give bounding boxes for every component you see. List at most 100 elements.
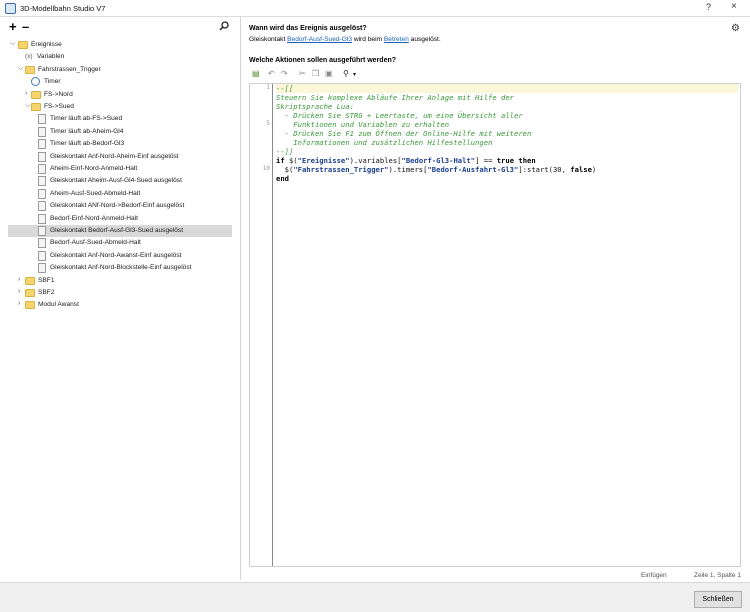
folder-icon [25,276,35,285]
chevron-down-icon[interactable]: ⌵ [18,65,23,73]
insert-mode-indicator: Einfügen [641,572,667,579]
tree-item-event[interactable]: Timer läuft ab-FS->Sued [0,113,241,125]
code-token: true then [496,156,536,165]
action-link[interactable]: Betreten [384,36,409,43]
tree-item-event[interactable]: Bedorf-Einf-Nord-Anmeld-Halt [0,213,241,225]
tree-folder-fahrstrassen-trigger[interactable]: ⌵ Fahrstrassen_Trigger [0,64,241,76]
code-token: $( [276,165,294,174]
dialog-footer: Schließen [0,582,750,612]
tree-item-event[interactable]: Gleiskontakt Anf-Nord-Aheim-Einf ausgelö… [0,151,241,163]
folder-icon [25,289,35,297]
tree-node-label: Modul Awanst [38,301,79,309]
undo-icon[interactable]: ↶ [268,69,275,78]
trigger-prefix: Gleiskontakt [249,36,288,43]
tree-folder-ereignisse[interactable]: ⌵ Ereignisse [0,39,241,51]
code-token: "Fahrstrassen_Trigger" [293,165,389,174]
code-token: - Drücken Sie STRG + Leertaste, um eine … [276,111,523,120]
event-icon [38,213,46,224]
folder-icon [25,65,35,74]
code-line[interactable]: Steuern Sie komplexe Abläufe Ihrer Anlag… [276,93,514,102]
code-line[interactable]: $("Fahrstrassen_Trigger").timers["Bedorf… [276,165,597,174]
code-token: Steuern Sie komplexe Abläufe Ihrer Anlag… [276,93,514,102]
script-icon[interactable]: ▤ [252,69,260,78]
tree-node-label: Gleiskontakt Aheim-Ausf-Gl4-Sued ausgelö… [50,177,182,185]
chevron-right-icon[interactable]: › [25,90,27,97]
search-icon[interactable] [219,21,229,33]
code-line[interactable]: - Drücken Sie F1 zum Öffnen der Online-H… [276,129,532,138]
close-window-button[interactable]: × [731,1,737,12]
tree-node-label: Gleiskontakt Anf-Nord-Awanst-Einf ausgel… [50,251,182,259]
tree-folder-modul-awanst[interactable]: › Modul Awanst [0,299,241,311]
chevron-right-icon[interactable]: › [18,288,20,295]
code-line[interactable]: --[[ [276,84,738,93]
chevron-down-icon[interactable]: ⌵ [25,102,30,110]
redo-icon[interactable]: ↷ [281,69,288,78]
tree-item-event[interactable]: Gleiskontakt ANf-Nord->Bedorf-Einf ausge… [0,200,241,212]
code-token: --]] [276,147,294,156]
folder-icon [18,41,28,49]
code-line[interactable]: Funktionen und Variablen zu erhalten [276,120,449,129]
tree-node-label: Gleiskontakt Bedorf-Ausf-Gl3-Sued ausgel… [50,227,184,234]
tree-item-event[interactable]: Gleiskontakt Aheim-Ausf-Gl4-Sued ausgelö… [0,175,241,187]
event-icon [38,164,46,174]
close-button[interactable]: Schließen [694,591,742,608]
event-icon [38,250,46,261]
line-number: 10 [262,165,270,172]
cursor-position: Zeile 1, Spalte 1 [694,572,741,579]
code-token: Skriptsprache Lua: [276,102,354,111]
event-icon [38,238,46,249]
help-button[interactable]: ? [706,2,711,12]
tree-item-timer[interactable]: Timer [0,76,241,88]
chevron-down-icon[interactable]: ⌵ [10,40,15,48]
tree-node-label: SBF2 [38,289,55,296]
tree-folder-sbf2[interactable]: › SBF2 [0,287,241,299]
tree-item-event[interactable]: Timer läuft ab-Bedorf-Gl3 [0,138,241,150]
event-icon [38,226,46,236]
event-icon [38,126,46,137]
actions-heading: Welche Aktionen sollen ausgeführt werden… [249,57,397,64]
code-line[interactable]: Informationen und zusätzlichen Hilfestel… [276,138,492,147]
trigger-heading: Wann wird das Ereignis ausgelöst? [249,25,367,32]
tree-item-event[interactable]: Aheim-Einf-Nord-Anmeld-Halt [0,163,241,175]
chevron-right-icon[interactable]: › [18,276,20,283]
add-button[interactable]: + [9,19,17,34]
tree-item-variablen[interactable]: (x) Variablen [0,51,241,63]
code-line[interactable]: end [276,174,289,183]
trigger-suffix: ausgelöst. [408,36,441,43]
tree-folder-sbf1[interactable]: › SBF1 [0,275,241,287]
tree-item-event[interactable]: Timer läuft ab-Aheim-Gl4 [0,126,241,138]
code-editor[interactable]: 1 5 10 --[[Steuern Sie komplexe Abläufe … [249,83,741,567]
tree-node-label: Gleiskontakt Anf-Nord-Blockstelle-Einf a… [50,264,192,272]
gear-icon[interactable]: ⚙ [731,23,740,34]
tree-item-event-selected[interactable]: Gleiskontakt Bedorf-Ausf-Gl3-Sued ausgel… [8,225,232,238]
tree-folder-fs-sued[interactable]: ⌵ FS->Sued [0,101,241,113]
tree-node-label: Timer läuft ab-FS->Sued [50,115,123,123]
tree-node-label: Timer läuft ab-Aheim-Gl4 [50,127,124,135]
tree-item-event[interactable]: Bedorf-Ausf-Sued-Abmeld-Halt [0,237,241,249]
code-token: if [276,156,289,165]
contact-link[interactable]: Bedorf-Ausf-Sued-Gl3 [287,36,352,43]
tree-folder-fs-nord[interactable]: › FS->Nord [0,89,241,101]
chevron-right-icon[interactable]: › [18,300,20,307]
remove-button[interactable]: – [22,19,29,34]
code-line[interactable]: if $("Ereignisse").variables["Bedorf-Gl3… [276,156,536,165]
tree-node-label: Bedorf-Einf-Nord-Anmeld-Halt [50,214,138,222]
code-line[interactable]: Skriptsprache Lua: [276,102,354,111]
code-token: ]:start(30, [518,165,571,174]
code-line[interactable]: - Drücken Sie STRG + Leertaste, um eine … [276,111,523,120]
folder-icon [31,103,41,111]
code-token: Informationen und zusätzlichen Hilfestel… [276,138,493,147]
cut-icon[interactable]: ✂ [299,69,306,78]
chevron-down-icon[interactable]: ▾ [353,71,356,78]
code-token: $( [288,156,298,165]
paste-icon[interactable]: ▣ [325,69,333,78]
copy-icon[interactable]: ❐ [312,69,319,78]
code-token: ).variables[ [349,156,402,165]
code-token: --[[ [276,84,294,93]
find-icon[interactable]: ⚲ [343,69,349,78]
code-line[interactable]: --]] [276,147,293,156]
tree-item-event[interactable]: Aheim-Ausf-Sued-Abmeld-Halt [0,188,241,200]
tree-toolbar: + – [0,17,241,39]
tree-item-event[interactable]: Gleiskontakt Anf-Nord-Blockstelle-Einf a… [0,262,241,274]
tree-item-event[interactable]: Gleiskontakt Anf-Nord-Awanst-Einf ausgel… [0,250,241,262]
